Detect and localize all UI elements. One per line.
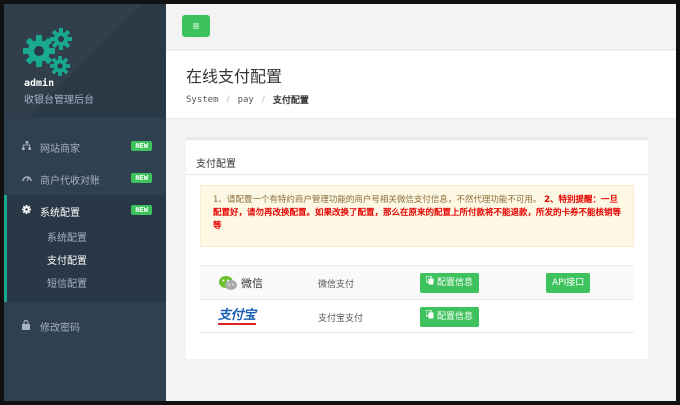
sidebar: admin 收银台管理后台 网站商家 NEW 商户代收对账 NEW 系统配置 N… (4, 4, 166, 401)
table-row: 微信 微信支付 配置信息 API接口 (200, 265, 634, 299)
gear-small-icon (50, 56, 70, 76)
sidebar-item-change-password[interactable]: 修改密码 (4, 310, 166, 342)
profile-username[interactable]: admin (24, 78, 54, 89)
system-submenu: 系统配置 支付配置 短信配置 (7, 227, 166, 296)
payment-config-panel: 支付配置 1、请配置一个有特约商户管理功能的商户号相关微信支付信息，不然代理功能… (186, 137, 648, 359)
new-badge: NEW (131, 205, 152, 215)
sidebar-item-merchants[interactable]: 网站商家 NEW (4, 131, 166, 163)
panel-title: 支付配置 (196, 159, 236, 170)
breadcrumb: System / pay / 支付配置 (186, 93, 309, 107)
sidebar-menu: 网站商家 NEW 商户代收对账 NEW 系统配置 NEW 系统配置 支付配置 短… (4, 131, 166, 342)
profile-subtitle: 收银台管理后台 (24, 95, 94, 106)
wechat-config-button[interactable]: 配置信息 (420, 273, 480, 293)
wechat-icon (219, 276, 237, 290)
new-badge: NEW (131, 173, 152, 183)
breadcrumb-separator: / (226, 94, 230, 105)
submenu-item-sms-config[interactable]: 短信配置 (7, 273, 166, 296)
button-label: API接口 (552, 278, 585, 288)
lock-icon (22, 319, 40, 333)
sidebar-item-label: 商户代收对账 (40, 175, 100, 187)
sidebar-item-reconciliation[interactable]: 商户代收对账 NEW (4, 163, 166, 195)
button-label: 配置信息 (437, 312, 474, 322)
copy-icon (425, 273, 434, 293)
app-frame: admin 收银台管理后台 网站商家 NEW 商户代收对账 NEW 系统配置 N… (4, 4, 676, 401)
sidebar-profile: admin 收银台管理后台 (4, 4, 166, 117)
payment-methods-table: 微信 微信支付 配置信息 API接口 支付宝 支付宝支付 配置信息 (200, 265, 634, 333)
button-label: 配置信息 (437, 278, 474, 288)
page-heading: 在线支付配置 System / pay / 支付配置 (166, 51, 676, 119)
logo-gears-icon (22, 28, 74, 78)
gear-icon (22, 205, 40, 217)
wechat-api-button[interactable]: API接口 (546, 273, 591, 293)
breadcrumb-separator: / (261, 94, 265, 105)
breadcrumb-item[interactable]: pay (238, 95, 254, 105)
sidebar-item-label: 修改密码 (40, 322, 80, 334)
alipay-logo: 支付宝 (218, 308, 256, 326)
hamburger-icon: ≡ (192, 19, 200, 33)
sidebar-item-system-config[interactable]: 系统配置 NEW (7, 195, 166, 227)
alipay-logo-text: 支付宝 (218, 308, 256, 325)
wechat-logo-text: 微信 (241, 277, 263, 290)
sitemap-icon (22, 141, 40, 153)
copy-icon (425, 307, 434, 327)
panel-divider (186, 174, 648, 175)
payment-name: 微信支付 (318, 280, 355, 290)
submenu-item-payment-config[interactable]: 支付配置 (7, 250, 166, 273)
breadcrumb-current: 支付配置 (272, 96, 309, 106)
sidebar-item-label: 系统配置 (40, 207, 80, 219)
payment-name: 支付宝支付 (318, 314, 364, 324)
gear-small-icon (50, 28, 72, 50)
sidebar-group-system: 系统配置 NEW 系统配置 支付配置 短信配置 (4, 195, 166, 302)
breadcrumb-item[interactable]: System (186, 95, 219, 105)
submenu-item-system-config[interactable]: 系统配置 (7, 227, 166, 250)
new-badge: NEW (131, 141, 152, 151)
wechat-logo: 微信 (218, 274, 263, 292)
notice-text: 1、请配置一个有特约商户管理功能的商户号相关微信支付信息，不然代理功能不可用。 (213, 195, 542, 205)
sidebar-item-label: 网站商家 (40, 143, 80, 155)
menu-toggle-button[interactable]: ≡ (182, 15, 210, 37)
dashboard-icon (22, 173, 40, 185)
warning-notice: 1、请配置一个有特约商户管理功能的商户号相关微信支付信息，不然代理功能不可用。 … (200, 185, 634, 247)
alipay-config-button[interactable]: 配置信息 (420, 307, 480, 327)
table-row: 支付宝 支付宝支付 配置信息 (200, 299, 634, 333)
topbar: ≡ (166, 4, 676, 50)
page-title: 在线支付配置 (186, 67, 283, 86)
